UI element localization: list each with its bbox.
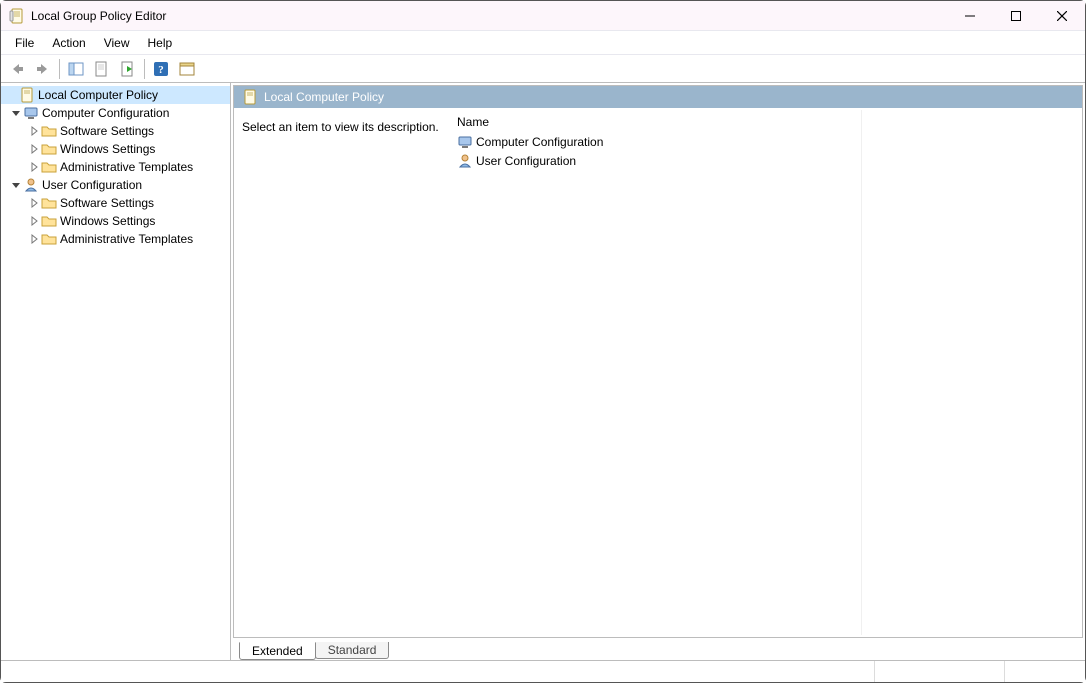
tree-node-computer-configuration[interactable]: Computer Configuration [1,104,230,122]
close-button[interactable] [1039,1,1085,30]
computer-icon [457,134,473,150]
tree-label: Computer Configuration [42,106,169,120]
expander-icon[interactable] [27,232,41,246]
properties-button[interactable] [90,58,114,80]
list-pane[interactable]: Name Computer Configuration [449,108,1082,637]
tab-extended[interactable]: Extended [239,642,316,660]
status-segment [1005,661,1085,682]
tree-label: Windows Settings [60,214,155,228]
tree-label: Administrative Templates [60,232,193,246]
expander-icon[interactable] [27,124,41,138]
menu-view[interactable]: View [96,34,138,52]
folder-icon [41,159,57,175]
tab-label: Extended [252,644,303,658]
detail-header: Local Computer Policy [234,86,1082,108]
detail-inner: Local Computer Policy Select an item to … [233,85,1083,638]
detail-pane: Local Computer Policy Select an item to … [231,83,1085,660]
app-icon [9,8,25,24]
folder-icon [41,231,57,247]
expander-icon[interactable] [27,142,41,156]
maximize-button[interactable] [993,1,1039,30]
list-item-label: User Configuration [476,154,576,168]
main-window: Local Group Policy Editor File Action Vi… [0,0,1086,683]
folder-icon [41,195,57,211]
tree-label: Local Computer Policy [38,88,158,102]
tree-label: User Configuration [42,178,142,192]
expander-icon[interactable] [27,214,41,228]
svg-text:?: ? [158,64,164,76]
tree-label: Windows Settings [60,142,155,156]
detail-body: Select an item to view its description. … [234,108,1082,637]
window-title: Local Group Policy Editor [31,9,947,23]
folder-icon [41,141,57,157]
policy-doc-icon [19,87,35,103]
policy-doc-icon [242,89,258,105]
expander-icon[interactable] [27,196,41,210]
column-name[interactable]: Name [457,115,489,129]
menu-file[interactable]: File [7,34,42,52]
window-controls [947,1,1085,30]
tab-standard[interactable]: Standard [315,642,390,659]
description-text: Select an item to view its description. [242,120,439,134]
forward-button[interactable] [31,58,55,80]
list-item-computer-configuration[interactable]: Computer Configuration [449,132,1082,151]
tab-label: Standard [328,643,377,657]
computer-icon [23,105,39,121]
detail-tabs: Extended Standard [231,640,1085,660]
tree-root-local-computer-policy[interactable]: Local Computer Policy [1,86,230,104]
help-button[interactable]: ? [149,58,173,80]
status-segment [1,661,875,682]
toolbar-separator-2 [144,59,145,79]
expander-icon[interactable] [9,106,23,120]
tree-node-administrative-templates-user[interactable]: Administrative Templates [1,230,230,248]
tree-node-software-settings[interactable]: Software Settings [1,122,230,140]
minimize-button[interactable] [947,1,993,30]
user-icon [457,153,473,169]
tree-node-windows-settings-user[interactable]: Windows Settings [1,212,230,230]
tree-node-windows-settings[interactable]: Windows Settings [1,140,230,158]
list-item-label: Computer Configuration [476,135,603,149]
list-rows: Computer Configuration User Configuratio… [449,132,1082,170]
expander-icon[interactable] [27,160,41,174]
show-hide-tree-button[interactable] [64,58,88,80]
tree-node-administrative-templates[interactable]: Administrative Templates [1,158,230,176]
list-item-user-configuration[interactable]: User Configuration [449,151,1082,170]
description-pane: Select an item to view its description. [234,108,449,637]
folder-icon [41,213,57,229]
back-button[interactable] [5,58,29,80]
tree-label: Administrative Templates [60,160,193,174]
status-bar [1,660,1085,682]
menu-help[interactable]: Help [140,34,181,52]
title-bar: Local Group Policy Editor [1,1,1085,31]
toolbar: ? [1,55,1085,83]
main-area: Local Computer Policy Computer Configura… [1,83,1085,660]
expander-icon[interactable] [9,178,23,192]
list-column-divider[interactable] [861,110,862,635]
tree-node-user-configuration[interactable]: User Configuration [1,176,230,194]
tree-label: Software Settings [60,124,154,138]
tree-label: Software Settings [60,196,154,210]
export-list-button[interactable] [116,58,140,80]
list-header[interactable]: Name [449,112,1082,132]
tree-node-software-settings-user[interactable]: Software Settings [1,194,230,212]
folder-icon [41,123,57,139]
detail-header-title: Local Computer Policy [264,90,384,104]
menu-action[interactable]: Action [44,34,93,52]
toolbar-separator [59,59,60,79]
expander-icon[interactable] [5,88,19,102]
status-segment [875,661,1005,682]
user-icon [23,177,39,193]
menu-bar: File Action View Help [1,31,1085,55]
filter-button[interactable] [175,58,199,80]
navigation-tree[interactable]: Local Computer Policy Computer Configura… [1,83,231,660]
